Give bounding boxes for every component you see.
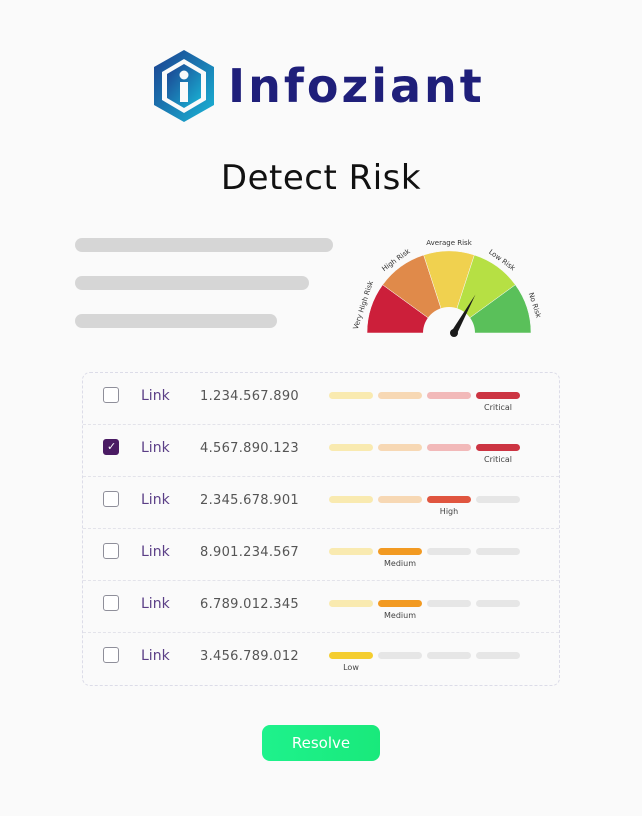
risk-level-bar [329,392,373,399]
row-link[interactable]: Link [141,544,170,560]
risk-level-bar [476,496,520,503]
risk-level-bar [329,444,373,451]
row-number: 8.901.234.567 [200,545,300,560]
risk-level-bar [329,496,373,503]
row-checkbox[interactable] [103,543,119,559]
row-number: 4.567.890.123 [200,441,300,456]
table-row: Link 2.345.678.901 High [83,477,559,529]
risk-level-bar [329,548,373,555]
row-checkbox[interactable] [103,595,119,611]
risk-level-bar [476,392,520,399]
risk-level-bar [427,444,471,451]
page-title: Detect Risk [220,158,422,198]
row-number: 1.234.567.890 [200,389,300,404]
risk-level-bar [378,392,422,399]
placeholder-text-line [75,314,277,328]
risk-level-bar [329,600,373,607]
hexagon-logo-icon [154,50,214,122]
placeholder-text-line [75,276,309,290]
risk-gauge: Very High RiskHigh RiskAverage RiskLow R… [352,239,543,344]
table-row: Link 1.234.567.890 Critical [83,373,559,425]
gauge-pivot [450,329,458,337]
row-link[interactable]: Link [141,388,170,404]
brand-logo: Infoziant [150,46,510,126]
table-row: Link 6.789.012.345 Medium [83,581,559,633]
risk-level-bar [378,496,422,503]
risk-level-bar [427,496,471,503]
risk-label: Low [343,663,359,672]
risk-level-bar [427,652,471,659]
risk-level-bar [427,600,471,607]
row-checkbox[interactable] [103,647,119,663]
table-row: Link 8.901.234.567 Medium [83,529,559,581]
row-checkbox[interactable]: ✓ [103,439,119,455]
placeholder-text-line [75,238,333,252]
brand-name: Infoziant [228,59,485,113]
risk-level-bar [476,444,520,451]
row-checkbox[interactable] [103,387,119,403]
risk-table: Link 1.234.567.890 Critical ✓ Link 4.567.890.… [82,372,560,686]
risk-level-bar [427,548,471,555]
risk-level-bar [378,548,422,555]
row-link[interactable]: Link [141,440,170,456]
row-link[interactable]: Link [141,596,170,612]
risk-level-bar [378,600,422,607]
risk-level-bar [427,392,471,399]
resolve-button[interactable]: Resolve [262,725,380,761]
row-checkbox[interactable] [103,491,119,507]
risk-label: Medium [384,559,416,568]
risk-level-bar [378,444,422,451]
risk-label: Medium [384,611,416,620]
table-row: ✓ Link 4.567.890.123 Critical [83,425,559,477]
checkmark-icon: ✓ [107,440,117,453]
table-row: Link 3.456.789.012 Low [83,633,559,685]
risk-level-bar [476,652,520,659]
row-number: 6.789.012.345 [200,597,300,612]
gauge-label: Average Risk [426,239,472,247]
risk-level-bar [476,548,520,555]
risk-label: Critical [484,455,512,464]
risk-level-bar [329,652,373,659]
risk-label: Critical [484,403,512,412]
risk-label: High [439,507,459,516]
risk-level-bar [476,600,520,607]
row-link[interactable]: Link [141,492,170,508]
risk-level-bar [378,652,422,659]
row-number: 2.345.678.901 [200,493,300,508]
row-number: 3.456.789.012 [200,649,300,664]
row-link[interactable]: Link [141,648,170,664]
